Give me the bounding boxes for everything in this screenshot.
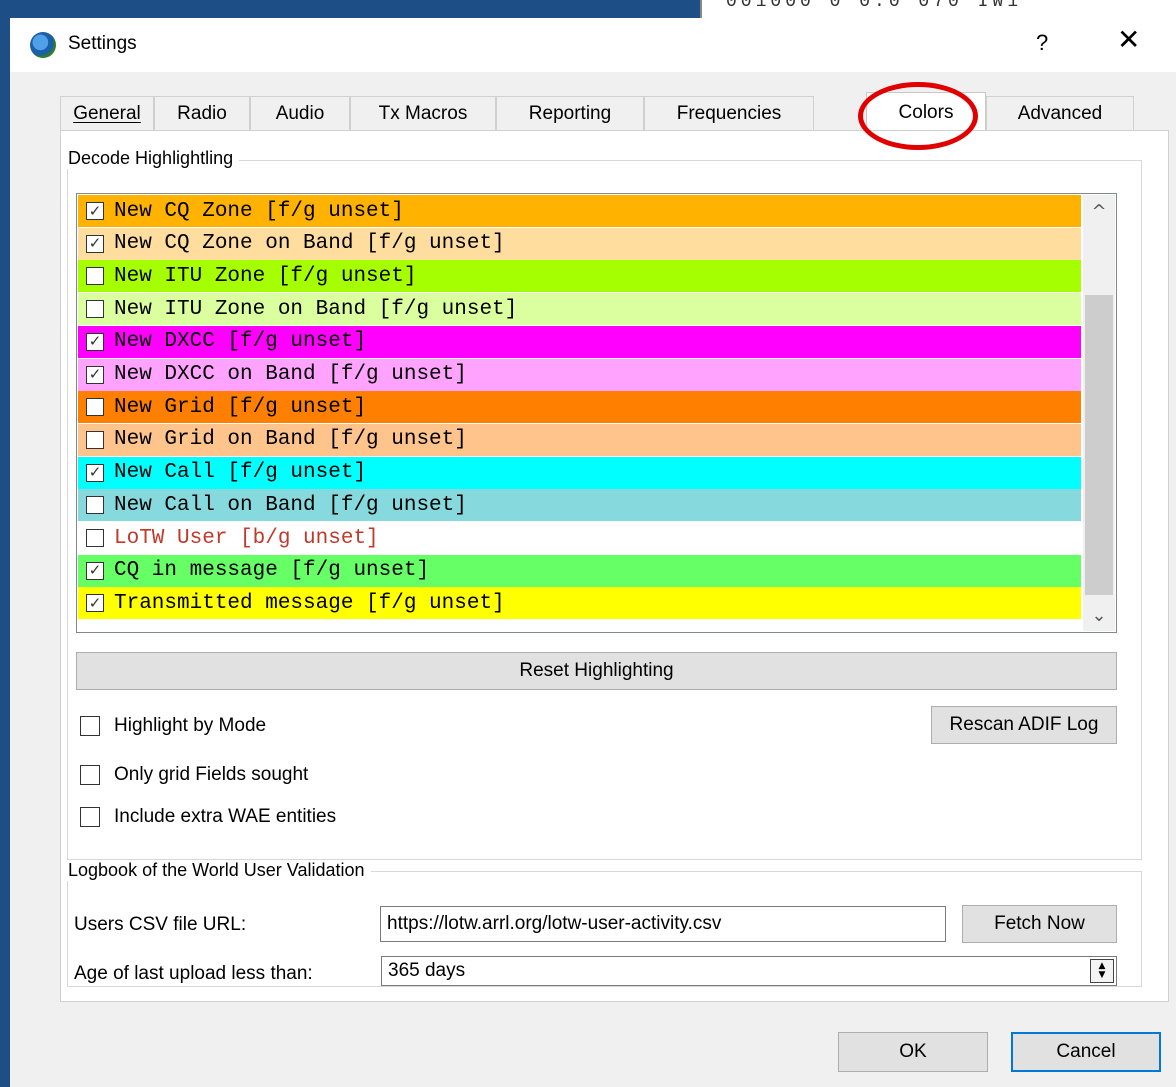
option-only-grid-fields[interactable]: Only grid Fields sought bbox=[80, 764, 308, 786]
age-spinbox[interactable]: 365 days ▲ ▼ bbox=[381, 956, 1117, 986]
list-item-label: New CQ Zone [f/g unset] bbox=[114, 199, 404, 223]
checkbox[interactable] bbox=[86, 529, 104, 547]
list-item[interactable]: ✓ New DXCC on Band [f/g unset] bbox=[78, 358, 1081, 391]
checkbox[interactable] bbox=[80, 765, 100, 785]
fetch-now-button[interactable]: Fetch Now bbox=[962, 905, 1117, 943]
cancel-button[interactable]: Cancel bbox=[1011, 1032, 1161, 1072]
tab-tx-macros[interactable]: Tx Macros bbox=[350, 96, 496, 130]
list-item[interactable]: New Call on Band [f/g unset] bbox=[78, 489, 1081, 522]
checkbox[interactable] bbox=[80, 716, 100, 736]
tab-label: Frequencies bbox=[676, 102, 782, 124]
checked-checkbox[interactable]: ✓ bbox=[86, 594, 104, 613]
option-highlight-by-mode[interactable]: Highlight by Mode bbox=[80, 715, 266, 737]
checked-checkbox[interactable]: ✓ bbox=[86, 365, 104, 384]
tab-reporting[interactable]: Reporting bbox=[496, 96, 644, 130]
checkbox[interactable] bbox=[86, 496, 104, 515]
ok-button[interactable]: OK bbox=[838, 1032, 988, 1072]
list-item[interactable]: New ITU Zone [f/g unset] bbox=[78, 260, 1081, 293]
reset-highlighting-button[interactable]: Reset Highlighting bbox=[76, 652, 1117, 690]
scroll-thumb[interactable] bbox=[1085, 295, 1113, 595]
rescan-adif-log-button[interactable]: Rescan ADIF Log bbox=[931, 706, 1117, 744]
list-item[interactable]: ✓ Transmitted message [f/g unset] bbox=[78, 587, 1081, 620]
checked-checkbox[interactable]: ✓ bbox=[86, 561, 104, 580]
list-item-label: Transmitted message [f/g unset] bbox=[114, 591, 505, 615]
age-label: Age of last upload less than: bbox=[74, 963, 313, 984]
background-text: 001000 0 0.0 070 IW1 bbox=[726, 0, 1023, 12]
window-title: Settings bbox=[68, 33, 137, 54]
checkbox[interactable] bbox=[86, 267, 104, 286]
tab-general[interactable]: General bbox=[60, 96, 154, 130]
list-item[interactable]: ✓ New CQ Zone on Band [f/g unset] bbox=[78, 227, 1081, 260]
title-bar: Settings ? ✕ bbox=[10, 18, 1176, 72]
globe-icon bbox=[30, 32, 56, 58]
list-item[interactable]: New ITU Zone on Band [f/g unset] bbox=[78, 293, 1081, 326]
checked-checkbox[interactable]: ✓ bbox=[86, 202, 104, 220]
checkbox[interactable] bbox=[86, 300, 104, 319]
tab-label: General bbox=[73, 102, 141, 124]
checked-checkbox[interactable]: ✓ bbox=[86, 463, 104, 482]
csv-url-input[interactable]: https://lotw.arrl.org/lotw-user-activity… bbox=[380, 906, 946, 942]
annotation-circle bbox=[858, 82, 978, 150]
tab-label: Reporting bbox=[528, 102, 612, 124]
checked-checkbox[interactable]: ✓ bbox=[86, 332, 104, 351]
list-item[interactable]: New Grid [f/g unset] bbox=[78, 391, 1081, 424]
list-item-label: New Grid [f/g unset] bbox=[114, 395, 367, 419]
option-label: Include extra WAE entities bbox=[114, 806, 337, 827]
checked-checkbox[interactable]: ✓ bbox=[86, 234, 104, 253]
list-item-label: New CQ Zone on Band [f/g unset] bbox=[114, 232, 505, 256]
list-item-label: New DXCC [f/g unset] bbox=[114, 330, 367, 354]
list-item-label: New Call on Band [f/g unset] bbox=[114, 493, 467, 517]
tab-label: Tx Macros bbox=[378, 102, 468, 124]
highlight-list[interactable]: ✓ New CQ Zone [f/g unset] ✓ New CQ Zone on … bbox=[76, 193, 1117, 633]
help-button[interactable]: ? bbox=[1036, 30, 1048, 56]
list-item[interactable]: LoTW User [b/g unset] bbox=[78, 522, 1081, 554]
list-item-label: New DXCC on Band [f/g unset] bbox=[114, 363, 467, 386]
list-item-label: New Grid on Band [f/g unset] bbox=[114, 428, 467, 452]
background-app-panel: 001000 0 0.0 070 IW1 bbox=[700, 0, 1176, 18]
option-label: Only grid Fields sought bbox=[114, 764, 309, 785]
list-item-label: New Call [f/g unset] bbox=[114, 461, 367, 485]
list-item[interactable]: ✓ CQ in message [f/g unset] bbox=[78, 554, 1081, 587]
settings-dialog: Settings ? ✕ General Radio Audio Tx Macr… bbox=[10, 18, 1176, 1087]
tab-label: Radio bbox=[177, 102, 227, 124]
list-scrollbar[interactable]: ^ ⌄ bbox=[1083, 195, 1115, 631]
list-item[interactable]: ✓ New CQ Zone [f/g unset] bbox=[78, 195, 1081, 227]
list-item[interactable]: ✓ New Call [f/g unset] bbox=[78, 456, 1081, 489]
tab-label: Advanced bbox=[1017, 102, 1103, 124]
option-include-wae[interactable]: Include extra WAE entities bbox=[80, 806, 336, 828]
decode-highlighting-title: Decode Highlightling bbox=[62, 148, 240, 169]
tab-audio[interactable]: Audio bbox=[250, 96, 350, 130]
list-item-label: New ITU Zone [f/g unset] bbox=[114, 264, 417, 288]
list-item-label: CQ in message [f/g unset] bbox=[114, 559, 430, 583]
tab-advanced[interactable]: Advanced bbox=[986, 96, 1134, 130]
age-value: 365 days bbox=[388, 960, 466, 981]
csv-url-label: Users CSV file URL: bbox=[74, 914, 247, 935]
list-item-label: New ITU Zone on Band [f/g unset] bbox=[114, 297, 518, 321]
list-item[interactable]: ✓ New DXCC [f/g unset] bbox=[78, 325, 1081, 358]
option-label: Highlight by Mode bbox=[114, 715, 267, 736]
lotw-group-title: Logbook of the World User Validation bbox=[62, 860, 371, 881]
tab-radio[interactable]: Radio bbox=[154, 96, 250, 130]
close-icon[interactable]: ✕ bbox=[1117, 26, 1140, 54]
list-item-label: LoTW User [b/g unset] bbox=[114, 526, 379, 550]
spin-arrows-icon[interactable]: ▲ ▼ bbox=[1090, 959, 1114, 983]
scroll-down-icon[interactable]: ⌄ bbox=[1083, 601, 1115, 631]
list-item[interactable]: New Grid on Band [f/g unset] bbox=[78, 423, 1081, 456]
checkbox[interactable] bbox=[86, 398, 104, 417]
scroll-up-icon[interactable]: ^ bbox=[1083, 197, 1115, 227]
tab-frequencies[interactable]: Frequencies bbox=[644, 96, 814, 130]
checkbox[interactable] bbox=[80, 807, 100, 827]
tab-label: Audio bbox=[275, 102, 325, 124]
checkbox[interactable] bbox=[86, 430, 104, 449]
